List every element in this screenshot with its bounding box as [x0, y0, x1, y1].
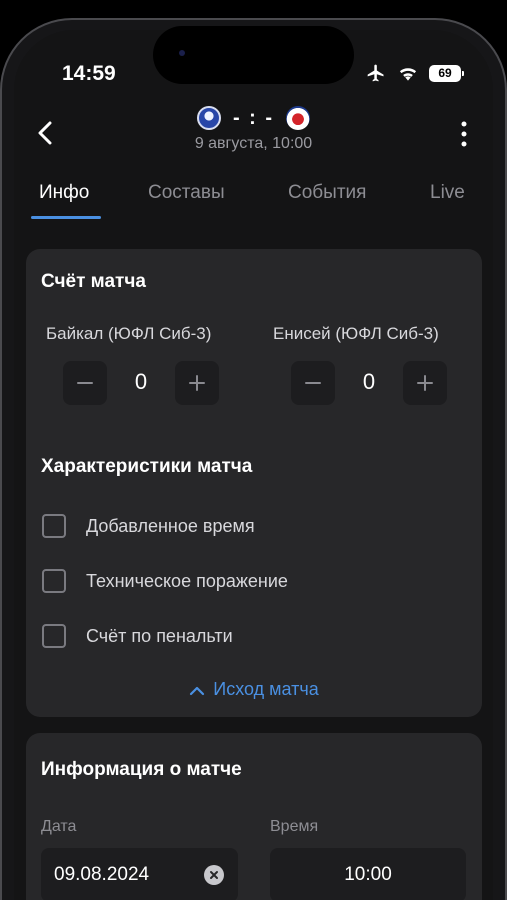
- clear-icon[interactable]: [204, 865, 224, 885]
- tab-events[interactable]: События: [288, 182, 366, 204]
- match-date: 9 августа, 10:00: [194, 135, 313, 152]
- away-score-stepper: 0: [291, 361, 447, 405]
- away-score-value: 0: [362, 369, 376, 394]
- home-score-stepper: 0: [63, 361, 219, 405]
- match-score-card: Счёт матча Байкал (ЮФЛ Сиб-3) Енисей (ЮФ…: [26, 249, 482, 717]
- checkbox-added-time[interactable]: Добавленное время: [42, 513, 255, 539]
- away-score-plus-button[interactable]: [403, 361, 447, 405]
- more-vertical-icon[interactable]: [459, 120, 469, 148]
- time-label: Время: [270, 818, 319, 835]
- home-score-value: 0: [134, 369, 148, 394]
- away-team-name: Енисей (ЮФЛ Сиб-3): [273, 324, 439, 343]
- away-team-logo: [286, 106, 311, 130]
- checkbox[interactable]: [42, 624, 66, 648]
- battery-icon: 69: [429, 64, 464, 82]
- checkbox[interactable]: [42, 569, 66, 593]
- info-card-title: Информация о матче: [41, 759, 242, 780]
- active-tab-indicator: [31, 216, 101, 219]
- tab-info[interactable]: Инфо: [39, 182, 89, 204]
- date-label: Дата: [41, 818, 77, 835]
- chevron-up-icon: [190, 686, 205, 695]
- minus-icon: [305, 382, 321, 384]
- home-score-minus-button[interactable]: [63, 361, 107, 405]
- match-header: - : - 9 августа, 10:00: [0, 100, 507, 170]
- time-value: 10:00: [344, 864, 392, 885]
- score-card-title: Счёт матча: [41, 271, 146, 292]
- status-icons: 69: [365, 63, 464, 83]
- score-row: - : -: [0, 106, 507, 130]
- camera-icon: [179, 50, 185, 56]
- checkbox-label: Счёт по пенальти: [86, 625, 233, 646]
- checkbox-penalty-score[interactable]: Счёт по пенальти: [42, 623, 233, 649]
- minus-icon: [77, 382, 93, 384]
- time-field[interactable]: 10:00: [270, 848, 466, 900]
- dynamic-island: [153, 26, 354, 84]
- checkbox[interactable]: [42, 514, 66, 538]
- date-value: 09.08.2024: [54, 864, 150, 885]
- checkbox-label: Техническое поражение: [86, 570, 288, 591]
- tab-live[interactable]: Live: [430, 182, 465, 204]
- checkbox-label: Добавленное время: [86, 515, 255, 536]
- date-field[interactable]: 09.08.2024: [41, 848, 238, 900]
- checkbox-technical-defeat[interactable]: Техническое поражение: [42, 568, 288, 594]
- home-team-logo: [196, 106, 221, 130]
- match-outcome-label: Исход матча: [213, 679, 319, 699]
- plus-icon: [189, 375, 205, 391]
- airplane-icon: [367, 64, 384, 82]
- header-score: - : -: [232, 106, 275, 129]
- plus-icon: [417, 375, 433, 391]
- home-team-name: Байкал (ЮФЛ Сиб-3): [46, 324, 212, 343]
- tab-bar: Инфо Составы События Live: [0, 182, 507, 222]
- match-info-card: Информация о матче Дата 09.08.2024 Время…: [26, 733, 482, 900]
- match-outcome-toggle[interactable]: Исход матча: [26, 679, 482, 700]
- status-time: 14:59: [62, 62, 116, 85]
- home-score-plus-button[interactable]: [175, 361, 219, 405]
- characteristics-title: Характеристики матча: [41, 456, 253, 477]
- wifi-icon: [399, 68, 417, 81]
- away-score-minus-button[interactable]: [291, 361, 335, 405]
- tab-lineups[interactable]: Составы: [148, 182, 225, 204]
